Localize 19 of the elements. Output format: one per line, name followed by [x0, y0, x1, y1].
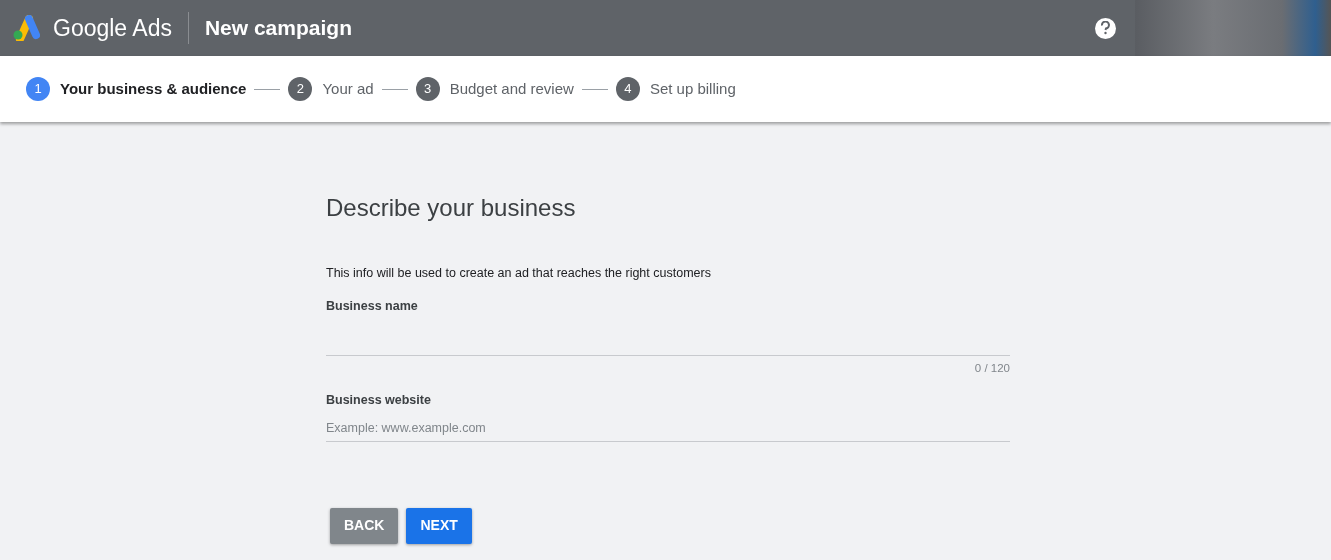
- field-label: Business website: [326, 391, 432, 409]
- step-number: 4: [615, 77, 640, 101]
- next-button[interactable]: NEXT: [406, 507, 472, 544]
- step-label[interactable]: Your business & audience: [60, 77, 247, 101]
- step-label[interactable]: Your ad: [322, 77, 374, 101]
- form-heading: Describe your business: [326, 193, 577, 223]
- character-counter: 0 / 120: [974, 360, 1010, 376]
- step-number: 3: [415, 77, 440, 101]
- product-name: Google Ads: [53, 13, 172, 43]
- input-field[interactable]: Example: www.example.com: [326, 415, 1010, 442]
- page-title: New campaign: [204, 15, 352, 42]
- back-button[interactable]: BACK: [330, 507, 399, 544]
- form-intro: This info will be used to create an ad that reaches the right customers: [326, 265, 712, 282]
- field-label: Business name: [326, 297, 419, 315]
- step-label[interactable]: Budget and review: [449, 77, 574, 101]
- step-number: 2: [288, 77, 313, 101]
- step-label[interactable]: Set up billing: [649, 77, 736, 101]
- help-icon[interactable]: [1095, 17, 1116, 39]
- step-number: 1: [26, 77, 50, 101]
